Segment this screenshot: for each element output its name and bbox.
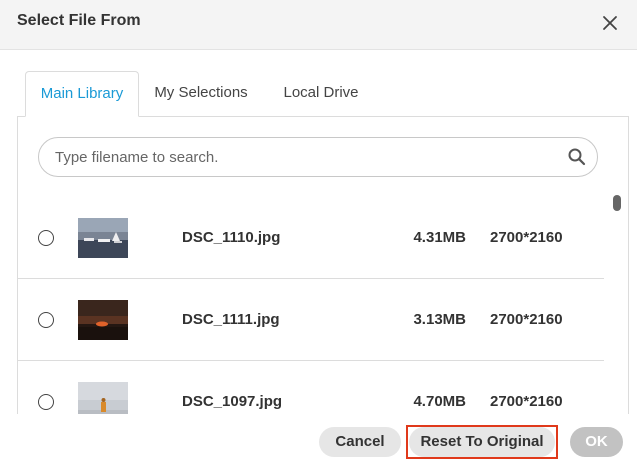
tab-local-drive[interactable]: Local Drive <box>271 71 371 117</box>
file-dimensions: 2700*2160 <box>490 311 563 328</box>
reset-button-highlight <box>406 425 558 459</box>
search-icon[interactable] <box>567 147 587 167</box>
search-box <box>38 137 598 177</box>
scrollbar-thumb[interactable] <box>613 195 621 211</box>
file-radio[interactable] <box>38 230 54 246</box>
file-radio[interactable] <box>38 312 54 328</box>
file-radio[interactable] <box>38 394 54 410</box>
dialog-header: Select File From <box>0 0 637 50</box>
file-list-panel: DSC_1110.jpg 4.31MB 2700*2160 DSC_1111.j… <box>17 116 629 414</box>
tab-main-library[interactable]: Main Library <box>25 71 139 117</box>
boats-on-water-thumbnail <box>78 218 128 258</box>
cancel-button[interactable]: Cancel <box>319 427 401 457</box>
ok-button[interactable]: OK <box>570 427 623 457</box>
file-name: DSC_1110.jpg <box>182 229 281 246</box>
file-row[interactable]: DSC_1110.jpg 4.31MB 2700*2160 <box>18 197 604 279</box>
file-row[interactable]: DSC_1111.jpg 3.13MB 2700*2160 <box>18 279 604 361</box>
file-list: DSC_1110.jpg 4.31MB 2700*2160 DSC_1111.j… <box>18 197 604 414</box>
file-row[interactable]: DSC_1097.jpg 4.70MB 2700*2160 <box>18 361 604 414</box>
file-dimensions: 2700*2160 <box>490 393 563 410</box>
sunset-thumbnail <box>78 300 128 340</box>
tab-my-selections[interactable]: My Selections <box>143 71 259 117</box>
dialog-title: Select File From <box>17 12 141 29</box>
file-dimensions: 2700*2160 <box>490 229 563 246</box>
person-on-beach-thumbnail <box>78 382 128 414</box>
file-name: DSC_1097.jpg <box>182 393 283 410</box>
search-input[interactable] <box>55 138 555 176</box>
close-icon[interactable] <box>598 11 622 35</box>
file-size: 3.13MB <box>413 311 466 328</box>
file-name: DSC_1111.jpg <box>182 311 280 328</box>
file-size: 4.70MB <box>413 393 466 410</box>
select-file-dialog: Select File From Main Library My Selecti… <box>0 0 637 464</box>
file-size: 4.31MB <box>413 229 466 246</box>
